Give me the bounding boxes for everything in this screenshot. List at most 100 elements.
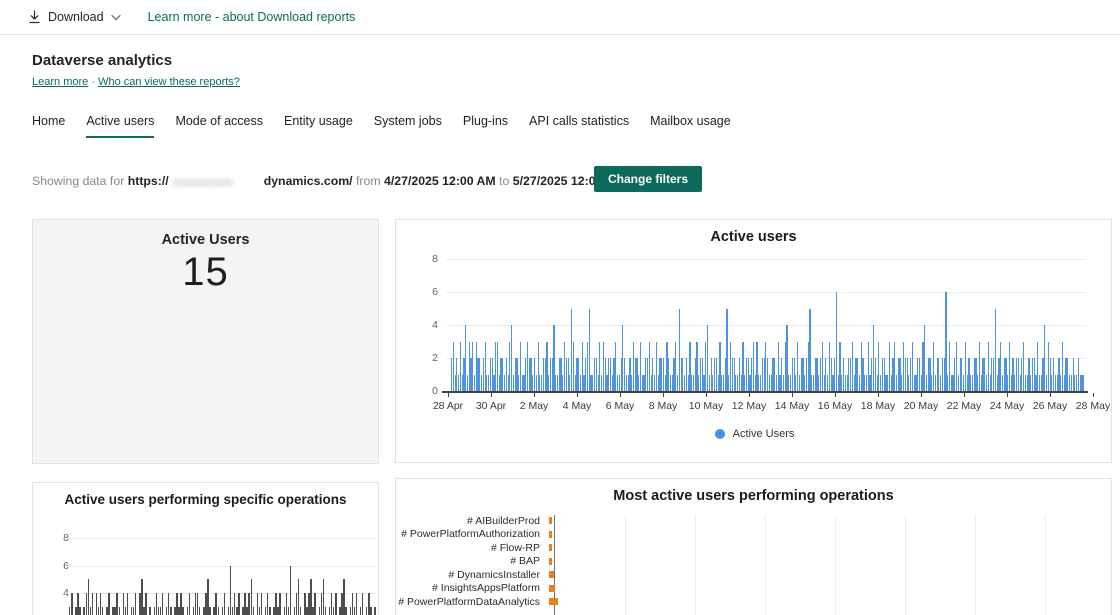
chart-title-most-active-users: Most active users performing operations [613,488,894,504]
most-active-users-rows: # AIBuilderProd # PowerPlatformAuthorizat… [396,514,1113,609]
chart-title-active-users: Active users [710,229,797,245]
tab-mailbox-usage[interactable]: Mailbox usage [650,114,731,138]
vertical-gridline [625,515,626,615]
tab-home[interactable]: Home [32,114,65,138]
bar [108,593,110,615]
x-tick-label: 6 May [605,400,635,412]
bar [549,598,558,606]
x-tick-label: 26 May [1032,400,1068,412]
bar [135,593,137,615]
bar-series [69,538,379,615]
x-tick [878,393,879,397]
category-label: # PowerPlatformDataAnalytics [398,595,540,608]
x-tick [749,393,750,397]
x-tick [1050,393,1051,397]
bar [345,606,347,615]
x-tick-label: 8 May [648,400,678,412]
bar [252,606,255,615]
tab-api-calls-statistics[interactable]: API calls statistics [529,114,629,138]
y-tick-label: 8 [41,532,69,544]
bar [279,593,281,615]
category-label: # BAP [510,555,540,568]
chart-title-specific-operations: Active users performing specific operati… [64,492,347,507]
bar [118,606,120,615]
x-tick-label: 14 May [774,400,810,412]
bar [361,593,364,615]
bar [145,593,147,615]
horizontal-bar-row: # BAP [396,555,1113,569]
vertical-gridline [1045,515,1046,615]
vertical-gridline [905,515,906,615]
download-icon [28,10,41,24]
bar [188,593,191,615]
bar-series [451,259,1086,391]
filter-prefix: Showing data for [32,174,125,188]
horizontal-bar-row: # InsightsAppsPlatform [396,582,1113,596]
horizontal-bar-row: # DynamicsInstaller [396,568,1113,582]
bar [217,606,219,615]
x-tick [1007,393,1008,397]
url-redacted-blur: ■■■■■■■■■ [172,176,233,188]
category-label: # AIBuilderProd [467,514,540,527]
x-tick-label: 10 May [688,400,724,412]
bar [549,530,552,538]
bar [289,565,292,615]
bar [1083,374,1085,391]
learn-more-link[interactable]: Learn more [32,76,88,88]
filter-summary: Showing data for https://■■■■■■■■■ dynami… [32,174,624,188]
vertical-gridline [835,515,836,615]
y-tick-label: 2 [432,352,438,364]
bar [209,606,211,615]
tab-entity-usage[interactable]: Entity usage [284,114,353,138]
command-bar: Download Learn more - about Download rep… [0,0,1120,35]
tab-active-users[interactable]: Active users [86,114,155,138]
tab-bar: Home Active users Mode of access Entity usa… [32,114,731,138]
vertical-gridline [765,515,766,615]
horizontal-bar-row: # PowerPlatformAuthorization [396,528,1113,542]
x-tick-label: 28 Apr [432,400,464,412]
environment-url-prefix: https:// [127,174,169,188]
active-users-count-card: Active Users 15 [32,219,379,464]
x-tick [921,393,922,397]
x-tick-label: 2 May [519,400,549,412]
bar [71,593,73,615]
learn-more-download-reports-link[interactable]: Learn more - about Download reports [148,10,356,24]
tab-plug-ins[interactable]: Plug-ins [463,114,508,138]
bar [300,606,302,615]
specific-operations-chart-card: Active users performing specific operati… [32,482,379,615]
count-card-title: Active Users [161,232,250,248]
category-label: # InsightsAppsPlatform [432,582,540,595]
bar [126,593,129,615]
active-users-chart-card: Active users 0 2 4 6 8 28 Apr 30 Apr 2 May 4 May… [395,219,1112,463]
x-tick [620,393,621,397]
chevron-down-icon [110,14,121,21]
x-tick-label: 4 May [562,400,592,412]
to-label: to [499,174,510,188]
bar [198,606,201,615]
x-tick [491,393,492,397]
change-filters-button[interactable]: Change filters [594,166,703,192]
y-tick-label: 6 [432,286,438,298]
bar [549,584,555,592]
horizontal-bar-row: # AIBuilderProd [396,514,1113,528]
chart-legend: Active Users [396,428,1113,440]
x-tick-label: 16 May [817,400,853,412]
who-can-view-link[interactable]: Who can view these reports? [98,76,240,88]
legend-label: Active Users [732,428,795,440]
x-tick-label: 20 May [903,400,939,412]
tab-system-jobs[interactable]: System jobs [374,114,442,138]
tab-mode-of-access[interactable]: Mode of access [175,114,263,138]
y-tick-label: 4 [432,319,438,331]
horizontal-bar-row: # Flow-RP [396,541,1113,555]
bar [549,571,554,579]
vertical-gridline [975,515,976,615]
x-tick [1093,393,1094,397]
bar [549,557,552,565]
bar [314,593,316,615]
x-tick-label: 24 May [989,400,1025,412]
from-datetime: 4/27/2025 12:00 AM [384,174,496,188]
x-axis-line [442,391,1088,393]
bar [161,593,164,615]
x-tick [964,393,965,397]
download-button[interactable]: Download [28,10,121,24]
